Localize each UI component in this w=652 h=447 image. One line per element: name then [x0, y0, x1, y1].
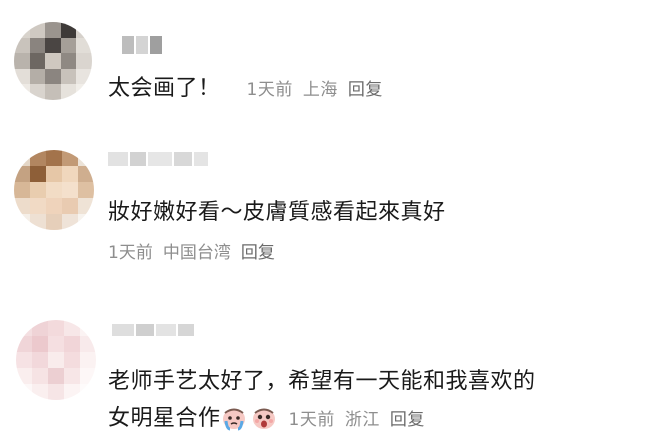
- comment-text: 妝好嫩好看～皮膚質感看起來真好: [108, 200, 446, 225]
- comment-time: 1天前: [246, 80, 293, 100]
- avatar[interactable]: [14, 150, 94, 230]
- avatar[interactable]: [14, 22, 92, 100]
- reply-button[interactable]: 回复: [241, 243, 275, 263]
- reply-button[interactable]: 回复: [348, 80, 383, 100]
- avatar-mosaic: [14, 150, 94, 230]
- avatar-mosaic: [16, 320, 96, 400]
- comment-location: 中国台湾: [162, 243, 231, 263]
- comment-location: 浙江: [344, 410, 380, 430]
- comment-location: 上海: [302, 80, 338, 100]
- reply-button[interactable]: 回复: [390, 410, 425, 430]
- username-blurred[interactable]: [108, 152, 208, 166]
- comment-text: 太会画了！ 1天前 上海 回复: [108, 70, 393, 102]
- comment-body: 女明星合作: [108, 406, 221, 431]
- comment-body: 太会画了！: [108, 76, 221, 101]
- comment-text-line2: 女明星合作 1天前 浙江 回复: [108, 400, 435, 437]
- username-blurred[interactable]: [122, 36, 162, 54]
- comment-meta: 1天前 上海 回复: [247, 80, 393, 100]
- crying-emoji-icon: [221, 405, 247, 437]
- avatar-mosaic: [14, 22, 92, 100]
- comment-meta: 1天前 浙江 回复: [289, 410, 435, 430]
- shocked-emoji-icon: [251, 405, 277, 437]
- username-blurred[interactable]: [112, 324, 194, 336]
- comment-time: 1天前: [108, 243, 153, 263]
- comment-meta: 1天前 中国台湾 回复: [108, 238, 285, 263]
- avatar[interactable]: [16, 320, 96, 400]
- comment-time: 1天前: [288, 410, 335, 430]
- comment-text-line1: 老师手艺太好了，希望有一天能和我喜欢的: [108, 369, 536, 394]
